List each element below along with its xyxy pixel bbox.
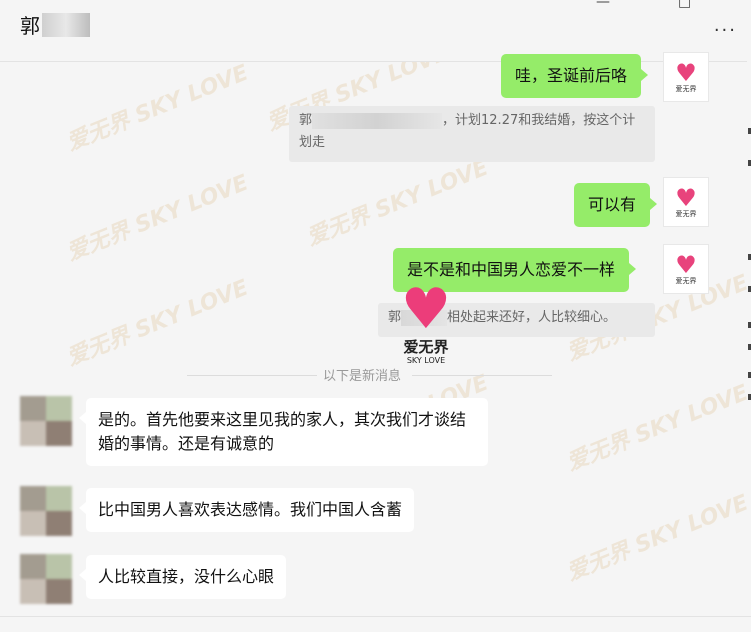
received-message[interactable]: 比中国男人喜欢表达感情。我们中国人含蓄 — [78, 488, 415, 532]
avatar-brand: 爱无界 — [675, 84, 697, 93]
my-avatar[interactable]: ♥ 爱无界 — [663, 244, 709, 294]
heart-icon: ♥ — [400, 277, 452, 342]
new-messages-separator: 以下是新消息 — [323, 369, 402, 384]
contact-avatar[interactable] — [20, 486, 72, 536]
avatar-brand: 爱无界 — [675, 276, 697, 285]
avatar-brand: 爱无界 — [675, 209, 697, 218]
maximize-button[interactable]: □ — [678, 0, 691, 10]
divider — [412, 375, 552, 376]
quoted-message[interactable]: 郭，计划12.27和我结婚，按这个计划走 — [289, 106, 655, 162]
input-divider — [0, 616, 751, 617]
contact-avatar[interactable] — [20, 396, 72, 446]
quote-text: 相处起来还好，人比较细心。 — [447, 310, 617, 325]
sent-message[interactable]: 哇，圣诞前后咯 — [501, 54, 649, 98]
brand-logo: ♥ 爱无界 SKY LOVE — [388, 282, 464, 372]
name-redaction — [312, 112, 443, 129]
scrollbar[interactable] — [747, 0, 751, 632]
logo-text: 爱无界 — [403, 338, 449, 356]
received-message[interactable]: 人比较直接，没什么心眼 — [78, 555, 287, 599]
watermark: 爱无界 SKY LOVE — [63, 170, 252, 267]
contact-name[interactable]: 郭 — [20, 10, 90, 39]
quote-sender: 郭 — [299, 113, 313, 128]
heart-icon: ♥ — [675, 58, 697, 87]
my-avatar[interactable]: ♥ 爱无界 — [663, 52, 709, 102]
name-redaction — [42, 12, 90, 37]
watermark: 爱无界 SKY LOVE — [63, 60, 252, 157]
watermark: 爱无界 SKY LOVE — [303, 155, 492, 252]
watermark: 爱无界 SKY LOVE — [563, 490, 751, 587]
divider — [187, 375, 317, 376]
logo-subtext: SKY LOVE — [406, 356, 446, 365]
more-options-button[interactable]: ··· — [714, 20, 737, 41]
contact-avatar[interactable] — [20, 554, 72, 604]
my-avatar[interactable]: ♥ 爱无界 — [663, 177, 709, 227]
received-message[interactable]: 是的。首先他要来这里见我的家人，其次我们才谈结婚的事情。还是有诚意的 — [79, 398, 488, 466]
page-title: 郭 — [20, 14, 40, 38]
minimize-button[interactable]: — — [596, 0, 610, 10]
heart-icon: ♥ — [675, 183, 697, 212]
watermark: 爱无界 SKY LOVE — [563, 380, 751, 477]
heart-icon: ♥ — [675, 250, 697, 279]
sent-message[interactable]: 可以有 — [574, 183, 658, 227]
chat-header: 郭 — □ ··· — [0, 0, 751, 62]
watermark: 爱无界 SKY LOVE — [63, 275, 252, 372]
